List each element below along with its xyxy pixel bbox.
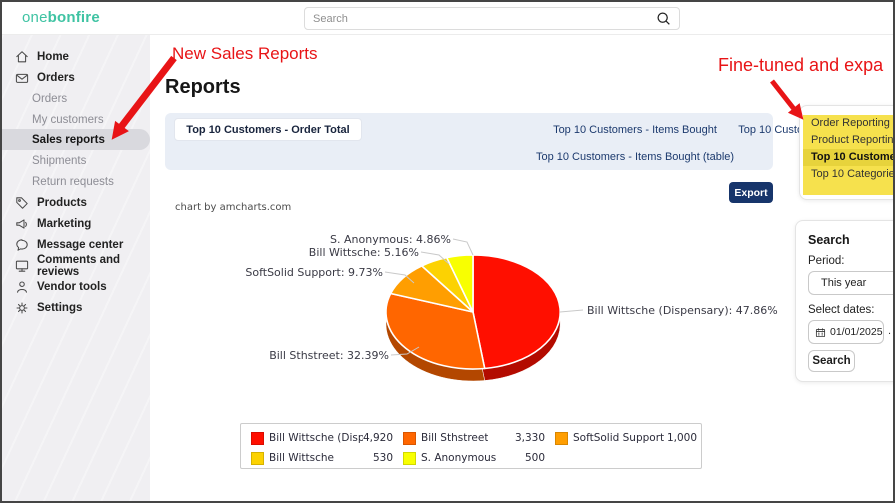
annotation-fine-tuned: Fine-tuned and expa xyxy=(718,55,883,76)
global-search-box[interactable] xyxy=(304,7,680,30)
sidebar-item-label: Vendor tools xyxy=(37,281,107,293)
legend-item[interactable]: Bill Wittsche (Dispensary)4,920 xyxy=(251,432,403,445)
gear-icon xyxy=(14,300,30,316)
sidebar-item-sales-reports[interactable]: Sales reports xyxy=(2,129,150,150)
search-button[interactable]: Search xyxy=(808,350,855,372)
callout-s-anonymous: S. Anonymous: 4.86% xyxy=(311,233,451,246)
report-type-top10-categories[interactable]: Top 10 Categories xyxy=(803,166,895,183)
select-dates-label: Select dates: xyxy=(808,304,874,316)
legend-swatch xyxy=(251,432,264,445)
search-icon[interactable] xyxy=(656,11,671,26)
legend-value: 500 xyxy=(525,452,545,464)
sidebar: Home Orders Orders My customers Sales re… xyxy=(2,35,150,503)
sidebar-item-my-customers[interactable]: My customers xyxy=(2,109,150,130)
sidebar-item-label: Message center xyxy=(37,239,123,251)
sidebar-item-label: Home xyxy=(37,51,69,63)
sidebar-item-label: Return requests xyxy=(32,176,114,188)
sidebar-item-vendor-tools[interactable]: Vendor tools xyxy=(2,276,150,297)
legend-swatch xyxy=(403,452,416,465)
sidebar-item-orders[interactable]: Orders xyxy=(2,67,150,88)
legend-value: 530 xyxy=(373,452,393,464)
chart-legend: Bill Wittsche (Dispensary)4,920 Bill Sth… xyxy=(240,423,702,469)
sidebar-item-shipments[interactable]: Shipments xyxy=(2,150,150,171)
sidebar-item-label: Orders xyxy=(37,72,75,84)
date-from-value: 01/01/2025 xyxy=(830,326,883,338)
legend-value: 3,330 xyxy=(515,432,545,444)
calendar-icon xyxy=(815,327,826,338)
orders-icon xyxy=(14,70,30,86)
sidebar-item-return-requests[interactable]: Return requests xyxy=(2,171,150,192)
legend-item[interactable]: Bill Sthstreet 3,330 xyxy=(403,432,555,445)
report-tabs: Top 10 Customers - Order Total Top 10 Cu… xyxy=(165,113,773,170)
search-card-title: Search xyxy=(808,233,850,247)
report-type-order-reporting[interactable]: Order Reporting xyxy=(803,115,895,132)
tab-order-total[interactable]: Top 10 Customers - Order Total xyxy=(174,118,362,141)
person-icon xyxy=(14,279,30,295)
callout-softsolid: SoftSolid Support: 9.73% xyxy=(233,266,383,279)
legend-label: S. Anonymous xyxy=(421,452,496,464)
sidebar-item-label: Shipments xyxy=(32,155,86,167)
legend-swatch xyxy=(251,452,264,465)
callout-bill-wittsche: Bill Wittsche: 5.16% xyxy=(279,246,419,259)
sidebar-item-comments-reviews[interactable]: Comments and reviews xyxy=(2,255,150,276)
sidebar-item-home[interactable]: Home xyxy=(2,46,150,67)
tab-items-bought[interactable]: Top 10 Customers - Items Bought xyxy=(525,124,745,136)
legend-item[interactable]: S. Anonymous 500 xyxy=(403,452,555,465)
top-header: onebonfire xyxy=(2,2,895,35)
legend-swatch xyxy=(555,432,568,445)
sidebar-item-label: Sales reports xyxy=(32,134,105,146)
sidebar-item-label: My customers xyxy=(32,114,104,126)
page-title: Reports xyxy=(165,76,241,99)
sidebar-item-label: Comments and reviews xyxy=(37,254,150,278)
legend-label: Bill Wittsche (Dispensary) xyxy=(269,432,363,444)
report-types-list: Order Reporting Product Reporting Top 10… xyxy=(803,115,895,195)
sidebar-item-label: Products xyxy=(37,197,87,209)
legend-value: 4,920 xyxy=(363,432,393,444)
callout-sthstreet: Bill Sthstreet: 32.39% xyxy=(249,349,389,362)
sidebar-item-message-center[interactable]: Message center xyxy=(2,234,150,255)
legend-label: SoftSolid Support xyxy=(573,432,664,444)
legend-swatch xyxy=(403,432,416,445)
sidebar-item-marketing[interactable]: Marketing xyxy=(2,213,150,234)
export-button[interactable]: Export xyxy=(729,182,773,203)
chat-icon xyxy=(14,237,30,253)
search-input[interactable] xyxy=(313,13,656,25)
legend-value: 1,000 xyxy=(667,432,697,444)
period-select[interactable]: This year xyxy=(808,271,895,295)
legend-item[interactable]: Bill Wittsche 530 xyxy=(251,452,403,465)
monitor-icon xyxy=(14,258,30,274)
callout-dispensary: Bill Wittsche (Dispensary): 47.86% xyxy=(587,304,778,317)
search-filter-card: Search Period: This year Select dates: 0… xyxy=(795,220,895,382)
annotation-new-sales-reports: New Sales Reports xyxy=(172,44,318,64)
tag-icon xyxy=(14,195,30,211)
sidebar-item-label: Marketing xyxy=(37,218,91,230)
date-from-input[interactable]: 01/01/2025 xyxy=(808,320,884,344)
period-label: Period: xyxy=(808,255,844,267)
report-type-product-reporting[interactable]: Product Reporting xyxy=(803,132,895,149)
app-window: onebonfire Home Orders Orders My custome… xyxy=(0,0,895,503)
sidebar-item-label: Settings xyxy=(37,302,82,314)
sidebar-item-settings[interactable]: Settings xyxy=(2,297,150,318)
legend-label: Bill Sthstreet xyxy=(421,432,488,444)
legend-item[interactable]: SoftSolid Support1,000 xyxy=(555,432,707,445)
legend-label: Bill Wittsche xyxy=(269,452,334,464)
logo-one: one xyxy=(22,9,48,26)
date-separator: . xyxy=(888,325,891,337)
home-icon xyxy=(14,49,30,65)
report-types-card: Order Reporting Product Reporting Top 10… xyxy=(799,105,895,200)
report-type-top10-customers[interactable]: Top 10 Customers xyxy=(803,149,895,166)
logo[interactable]: onebonfire xyxy=(22,9,100,26)
megaphone-icon xyxy=(14,216,30,232)
pie-slices[interactable] xyxy=(386,255,560,369)
sidebar-item-label: Orders xyxy=(32,93,67,105)
sidebar-item-products[interactable]: Products xyxy=(2,192,150,213)
tab-items-bought-table[interactable]: Top 10 Customers - Items Bought (table) xyxy=(465,151,805,163)
sidebar-item-orders-sub[interactable]: Orders xyxy=(2,88,150,109)
logo-bonfire: bonfire xyxy=(48,9,100,26)
